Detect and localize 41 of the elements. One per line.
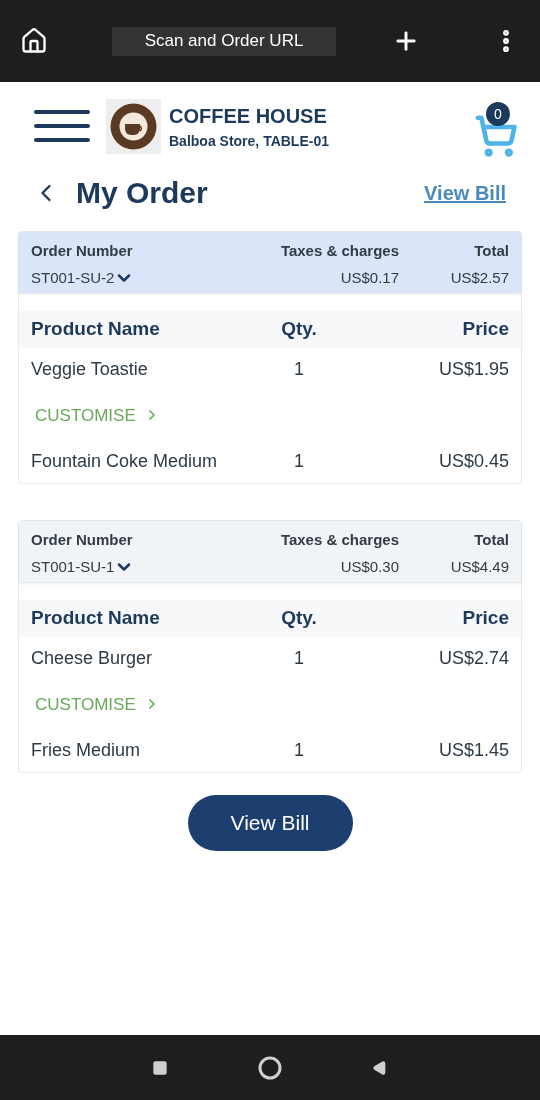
- order-number-label: Order Number: [31, 241, 134, 261]
- table-header: Product Name Qty. Price: [19, 311, 521, 348]
- total-label: Total: [473, 241, 509, 261]
- price: US$1.95: [437, 357, 509, 381]
- price: US$0.45: [437, 450, 509, 473]
- taxes-value: US$0.30: [339, 556, 399, 577]
- cart-count-badge: 0: [486, 102, 510, 126]
- table-header: Product Name Qty. Price: [19, 600, 521, 637]
- address-bar[interactable]: Scan and Order URL: [112, 26, 336, 56]
- view-bill-button[interactable]: View Bill: [187, 795, 353, 851]
- quantity: 1: [293, 357, 305, 381]
- menu-icon[interactable]: [34, 108, 90, 144]
- home-icon[interactable]: [20, 27, 48, 55]
- total-value: US$2.57: [449, 267, 509, 288]
- view-bill-link[interactable]: View Bill: [424, 177, 506, 208]
- total-label: Total: [473, 530, 509, 550]
- recents-icon[interactable]: [152, 1059, 168, 1076]
- quantity: 1: [293, 450, 305, 473]
- taxes-label: Taxes & charges: [279, 530, 399, 550]
- coffee-cup-logo: [106, 98, 161, 154]
- order-number-label: Order Number: [31, 530, 134, 550]
- home-icon[interactable]: [258, 1055, 282, 1080]
- order-summary[interactable]: Order Number Taxes & charges Total ST001-SU-2 US$0.17 US$2.57: [19, 232, 521, 293]
- order-number: ST001-SU-1: [31, 556, 115, 577]
- back-icon[interactable]: [372, 1059, 388, 1076]
- quantity: 1: [293, 646, 305, 670]
- store-location: Balboa Store, TABLE-01: [169, 131, 329, 151]
- taxes-label: Taxes & charges: [279, 241, 399, 261]
- page-title: My Order: [76, 175, 208, 211]
- price: US$1.45: [437, 739, 509, 762]
- product-name: Veggie Toastie: [31, 357, 149, 381]
- store-name: COFFEE HOUSE: [169, 103, 328, 129]
- order-summary[interactable]: Order Number Taxes & charges Total ST001-SU-1 US$0.30 US$4.49: [19, 521, 521, 582]
- taxes-value: US$0.17: [339, 267, 399, 288]
- product-name: Fountain Coke Medium: [31, 450, 219, 473]
- quantity: 1: [293, 739, 305, 762]
- order-number: ST001-SU-2: [31, 267, 115, 288]
- price: US$2.74: [437, 646, 509, 670]
- total-value: US$4.49: [449, 556, 509, 577]
- product-name: Fries Medium: [31, 739, 142, 762]
- product-name: Cheese Burger: [31, 646, 154, 670]
